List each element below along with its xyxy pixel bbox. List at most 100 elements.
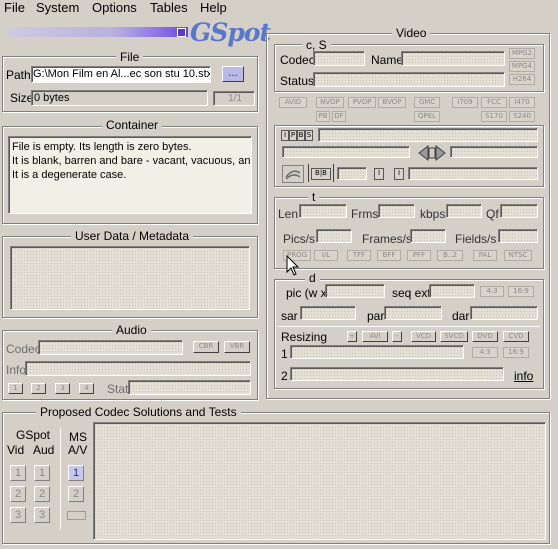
menu-system[interactable]: System: [36, 0, 79, 16]
resize-vcd-button[interactable]: VCD: [411, 331, 436, 342]
bb-divider-left: [308, 164, 309, 182]
resizing-label: Resizing: [281, 330, 328, 344]
resize-row-2-label: 2: [281, 369, 288, 383]
audio-stream-4-button[interactable]: 4: [79, 383, 94, 394]
frms-label: Frms: [351, 207, 379, 221]
menu-options[interactable]: Options: [92, 0, 137, 16]
menu-help[interactable]: Help: [200, 0, 227, 16]
i-frame-marker-1: I: [374, 168, 384, 180]
flag-pb: PB: [316, 111, 330, 122]
fourcc-mpg4: MPG4: [509, 61, 535, 72]
ar-16-9: 16:9: [508, 286, 534, 297]
pic-label: pic (w x: [286, 286, 327, 300]
resize-dvd-button[interactable]: DVD: [472, 331, 498, 342]
metadata-textbox[interactable]: [10, 246, 250, 310]
vid-column-label: Vid: [7, 443, 25, 457]
frame-type-s: S: [305, 130, 313, 141]
resize-row-1-label: 1: [281, 347, 288, 361]
video-name-field: [401, 51, 505, 66]
proposed-results-area: [93, 422, 546, 540]
menu-tables[interactable]: Tables: [150, 0, 188, 16]
frame-type-b: B: [297, 130, 305, 141]
info-link[interactable]: info: [514, 369, 533, 383]
resize-avi-button[interactable]: AVI: [362, 331, 388, 342]
resize-add-button[interactable]: +: [347, 331, 357, 342]
stream-swap-icon[interactable]: [418, 144, 446, 162]
vid-1-button[interactable]: 1: [10, 465, 26, 481]
resize-row-2-field: [290, 367, 504, 381]
fields-label: Fields/s: [455, 232, 497, 246]
pic-field: [325, 284, 385, 298]
mouse-cursor-icon: [286, 254, 300, 277]
resize-svcd-button[interactable]: SVCD: [440, 331, 468, 342]
page-indicator: 1/1: [213, 91, 255, 106]
dar-field: [470, 306, 538, 320]
refresh-icon[interactable]: [282, 165, 304, 183]
sar-field: [300, 306, 356, 320]
vid-3-button[interactable]: 3: [10, 507, 26, 523]
gop-field-2: [450, 146, 538, 158]
codec-subgroup-title: c, S: [302, 39, 331, 51]
fields-field: [498, 229, 538, 243]
av-3-placeholder: [67, 511, 86, 520]
path-field[interactable]: G:\Mon Film en Al...ec son stu 10.stx: [31, 66, 211, 83]
flag-nvop: NVOP: [316, 97, 344, 108]
timing-subgroup-title: t: [308, 191, 320, 203]
size-field: 0 bytes: [31, 90, 208, 106]
kbps-field: [446, 204, 482, 218]
scan-pulldown: B.:2: [437, 250, 463, 261]
audio-group-title: Audio: [112, 324, 151, 336]
gradient-marker: [177, 28, 186, 37]
frms-field: [378, 204, 415, 218]
video-group-title: Video: [392, 27, 431, 39]
menu-file[interactable]: File: [4, 0, 25, 16]
flag-pvop: PVOP: [348, 97, 376, 108]
av-1-button[interactable]: 1: [68, 465, 84, 481]
dimension-subgroup-title: d: [305, 272, 320, 284]
vid-2-button[interactable]: 2: [10, 486, 26, 502]
container-line-2: It is blank, barren and bare - vacant, v…: [12, 155, 252, 167]
resize-remove-button[interactable]: -: [392, 331, 402, 342]
av-column-label: A/V: [68, 443, 88, 457]
proposed-divider: [60, 428, 61, 530]
scan-il: I/L: [314, 250, 338, 261]
audio-stat-label: Stat: [107, 382, 129, 396]
audio-stream-2-button[interactable]: 2: [31, 383, 46, 394]
container-textbox[interactable]: File is empty. Its length is zero bytes.…: [8, 136, 252, 214]
scan-pal: PAL: [473, 250, 497, 261]
sar-label: sar: [281, 309, 298, 323]
aud-2-button[interactable]: 2: [34, 486, 50, 502]
par-field: [384, 306, 442, 320]
flag-qpel: QPEL: [414, 111, 440, 122]
proposed-group-title: Proposed Codec Solutions and Tests: [36, 406, 241, 418]
fourcc-h264: H264: [509, 74, 535, 85]
flag-i709: I709: [452, 97, 478, 108]
browse-button[interactable]: ...: [222, 66, 244, 82]
aud-1-button[interactable]: 1: [34, 465, 50, 481]
aud-3-button[interactable]: 3: [34, 507, 50, 523]
frame-type-i: I: [281, 130, 289, 141]
av-2-button[interactable]: 2: [68, 486, 84, 502]
frame-type-p: P: [289, 130, 297, 141]
audio-stream-3-button[interactable]: 3: [55, 383, 70, 394]
video-status-label: Status: [280, 74, 315, 88]
frames-field: [410, 229, 446, 243]
frames-label: Frames/s: [362, 232, 413, 246]
container-line-1: File is empty. Its length is zero bytes.: [12, 141, 192, 153]
bb-divider-right: [333, 164, 334, 182]
len-field: [299, 204, 347, 218]
flag-bvop: BVOP: [378, 97, 406, 108]
resize-row-1-field: [290, 345, 464, 359]
scan-pff: PFF: [407, 250, 431, 261]
video-codec-label: Codec: [280, 53, 315, 67]
gop-field-4: [408, 167, 538, 180]
resize-cvd-button[interactable]: CVD: [503, 331, 529, 342]
menu-bar: File System Options Tables Help: [0, 0, 558, 18]
audio-stream-1-button[interactable]: 1: [8, 383, 23, 394]
scan-bff: BFF: [377, 250, 401, 261]
len-label: Len: [278, 207, 299, 221]
audio-info-label: Info: [6, 363, 27, 377]
audio-stat-field: [128, 380, 251, 395]
flag-avid: AVID: [279, 97, 307, 108]
gop-field-3: [337, 167, 367, 180]
